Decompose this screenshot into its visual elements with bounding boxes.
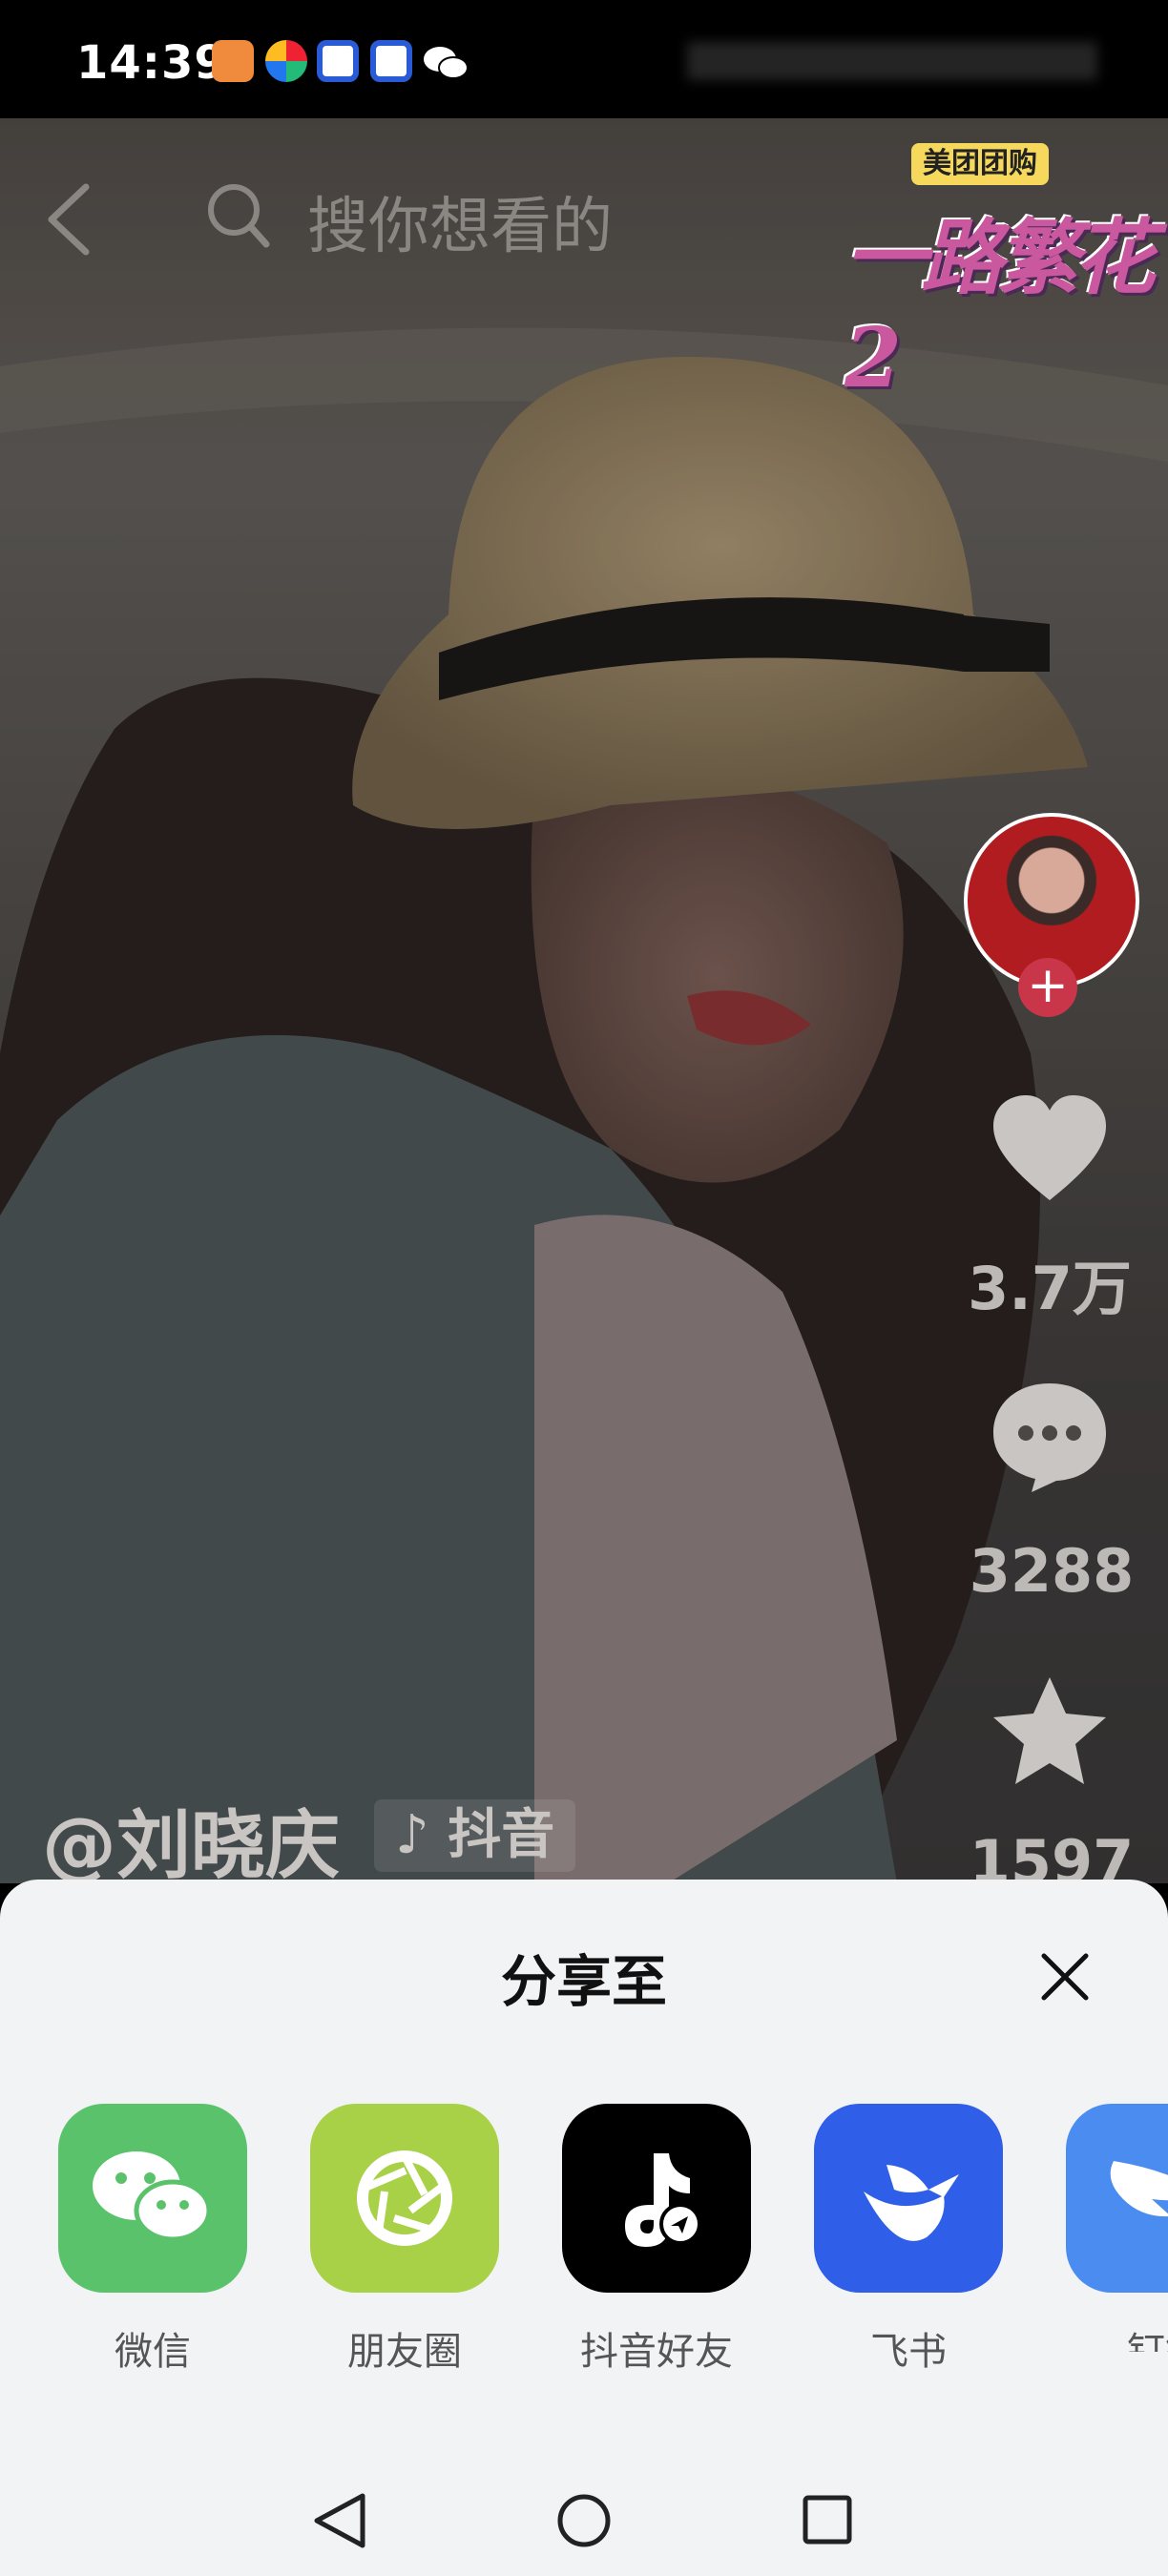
feishu-bird-icon bbox=[864, 2165, 959, 2241]
nav-recents-button[interactable] bbox=[780, 2462, 875, 2576]
blue-app-icon bbox=[317, 40, 359, 82]
status-right-blurred bbox=[687, 42, 1097, 80]
share-douyin-friends-button[interactable] bbox=[562, 2104, 751, 2293]
comment-bubble-icon[interactable] bbox=[988, 1374, 1112, 1498]
moments-aperture-icon bbox=[357, 2150, 452, 2246]
like-heart-icon[interactable] bbox=[988, 1088, 1112, 1212]
share-moments-button[interactable] bbox=[310, 2104, 499, 2293]
share-sheet-title: 分享至 bbox=[500, 1949, 667, 2014]
share-douyin-friends-label: 抖音好友 bbox=[580, 2330, 733, 2374]
nav-back-button[interactable] bbox=[296, 2462, 391, 2576]
status-time: 14:39 bbox=[76, 36, 227, 90]
colorful-app-icon bbox=[265, 40, 307, 82]
close-icon[interactable] bbox=[1031, 1942, 1099, 2011]
share-feishu-button[interactable] bbox=[814, 2104, 1003, 2293]
share-dingtalk-button[interactable] bbox=[1066, 2104, 1168, 2293]
wechat-icon bbox=[93, 2151, 212, 2242]
health-app-icon bbox=[212, 40, 254, 82]
share-dingtalk-clip: 钉钉 bbox=[1064, 2104, 1168, 2352]
favorite-star-icon[interactable] bbox=[988, 1670, 1112, 1794]
wechat-status-icon bbox=[424, 47, 469, 79]
search-icon[interactable] bbox=[205, 181, 272, 250]
back-arrow-icon[interactable] bbox=[38, 181, 105, 258]
comment-count: 3288 bbox=[969, 1536, 1135, 1606]
search-placeholder[interactable]: 搜你想看的 bbox=[307, 177, 613, 265]
share-wechat-label: 微信 bbox=[115, 2330, 191, 2374]
platform-watermark: ♪ 抖音 bbox=[374, 1799, 576, 1872]
share-moments-label: 朋友圈 bbox=[347, 2330, 462, 2374]
promo-title[interactable]: 一路繁花2 bbox=[845, 191, 1168, 406]
douyin-note-icon bbox=[625, 2153, 701, 2247]
like-count: 3.7万 bbox=[968, 1254, 1132, 1323]
promo-badge[interactable]: 美团团购 bbox=[911, 143, 1049, 185]
dingtalk-wing-icon bbox=[1110, 2161, 1168, 2217]
music-note-icon: ♪ bbox=[395, 1804, 429, 1866]
nav-home-button[interactable] bbox=[536, 2462, 632, 2576]
platform-name: 抖音 bbox=[448, 1804, 555, 1866]
share-feishu-label: 飞书 bbox=[870, 2330, 947, 2374]
author-handle[interactable]: @刘晓庆 bbox=[42, 1786, 340, 1893]
follow-plus-icon[interactable]: + bbox=[1018, 958, 1077, 1017]
blue-app-icon-2 bbox=[370, 40, 412, 82]
share-wechat-button[interactable] bbox=[58, 2104, 247, 2293]
share-dingtalk-label: 钉钉 bbox=[1127, 2330, 1168, 2352]
